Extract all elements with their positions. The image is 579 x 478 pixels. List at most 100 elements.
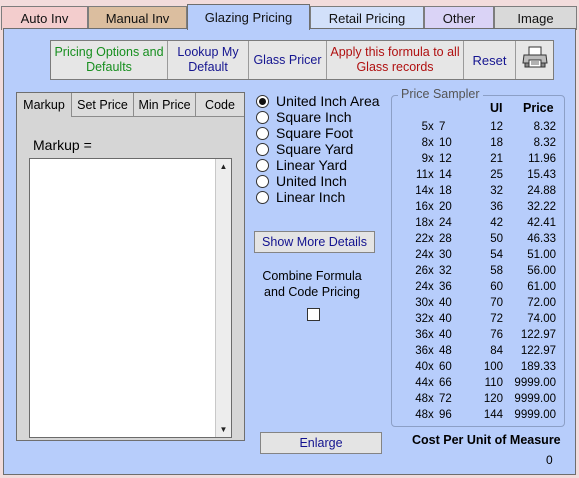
- markup-scrollbar[interactable]: ▲ ▼: [215, 159, 231, 437]
- size-height: 72: [439, 393, 452, 405]
- print-button[interactable]: [516, 41, 553, 79]
- markup-formula-input[interactable]: ▲ ▼: [29, 158, 232, 438]
- radio-button[interactable]: [256, 126, 269, 140]
- lookup-default-button[interactable]: Lookup My Default: [168, 41, 249, 79]
- sampler-row: 8 x 10 18 8.32: [392, 136, 566, 152]
- size-width: 16: [415, 201, 428, 213]
- size-width: 26: [415, 265, 428, 277]
- tab-label: Image: [517, 11, 554, 26]
- tab-bar: Auto Inv Manual Inv Glazing Pricing Reta…: [0, 0, 579, 30]
- ui-value: 60: [490, 281, 503, 293]
- size-separator: x: [428, 169, 434, 181]
- price-value: 15.43: [527, 169, 556, 181]
- size-height: 20: [439, 201, 452, 213]
- size-width: 22: [415, 233, 428, 245]
- tab-label: Auto Inv: [20, 11, 69, 26]
- tab-retail-pricing[interactable]: Retail Pricing: [310, 6, 424, 30]
- combine-checkbox[interactable]: [307, 308, 320, 321]
- scroll-up-icon[interactable]: ▲: [217, 160, 230, 173]
- size-separator: x: [428, 185, 434, 197]
- size-separator: x: [428, 153, 434, 165]
- ui-value: 110: [484, 377, 503, 389]
- size-separator: x: [428, 249, 434, 261]
- size-height: 48: [439, 345, 452, 357]
- ui-value: 42: [490, 217, 503, 229]
- price-value: 11.96: [528, 153, 556, 165]
- show-more-details-label: Show More Details: [262, 235, 367, 249]
- toolbar: Pricing Options and Defaults Lookup My D…: [50, 40, 554, 80]
- size-width: 44: [415, 377, 428, 389]
- show-more-details-button[interactable]: Show More Details: [254, 231, 375, 253]
- size-separator: x: [428, 281, 434, 293]
- radio-square-yard[interactable]: Square Yard: [256, 141, 380, 157]
- radio-label: United Inch Area: [276, 93, 380, 109]
- size-height: 36: [439, 281, 452, 293]
- size-height: 32: [439, 265, 452, 277]
- sampler-row: 32 x 40 72 74.00: [392, 312, 566, 328]
- tab-code[interactable]: Code: [196, 93, 244, 117]
- sampler-row: 48 x 96 144 9999.00: [392, 408, 566, 424]
- size-separator: x: [428, 297, 434, 309]
- ui-value: 12: [490, 121, 503, 133]
- tab-set-price[interactable]: Set Price: [72, 93, 134, 117]
- pricing-options-button[interactable]: Pricing Options and Defaults: [51, 41, 168, 79]
- tab-label: Retail Pricing: [328, 11, 406, 26]
- tab-image[interactable]: Image: [494, 6, 577, 30]
- price-value: 32.22: [527, 201, 556, 213]
- price-value: 46.33: [527, 233, 556, 245]
- tab-min-price[interactable]: Min Price: [134, 93, 196, 117]
- tab-markup-label: Markup: [23, 98, 65, 112]
- size-separator: x: [428, 137, 434, 149]
- size-separator: x: [428, 217, 434, 229]
- price-value: 61.00: [527, 281, 556, 293]
- size-width: 24: [415, 249, 428, 261]
- price-sampler-title: Price Sampler: [398, 87, 483, 101]
- price-value: 8.32: [533, 121, 556, 133]
- tab-other[interactable]: Other: [424, 6, 494, 30]
- radio-square-inch[interactable]: Square Inch: [256, 109, 380, 125]
- size-separator: x: [428, 233, 434, 245]
- markup-label: Markup =: [33, 137, 92, 153]
- scroll-down-icon[interactable]: ▼: [217, 423, 230, 436]
- size-separator: x: [428, 345, 434, 357]
- combine-label: Combine Formula and Code Pricing: [262, 269, 362, 299]
- size-separator: x: [428, 361, 434, 373]
- apply-formula-button[interactable]: Apply this formula to all Glass records: [327, 41, 464, 79]
- radio-button[interactable]: [256, 158, 269, 172]
- radio-label: United Inch: [276, 173, 347, 189]
- ui-value: 84: [490, 345, 503, 357]
- ui-value: 36: [490, 201, 503, 213]
- radio-square-foot[interactable]: Square Foot: [256, 125, 380, 141]
- radio-linear-yard[interactable]: Linear Yard: [256, 157, 380, 173]
- size-height: 7: [439, 121, 446, 133]
- price-value: 122.97: [520, 345, 556, 357]
- size-height: 10: [439, 137, 452, 149]
- ui-column-header: UI: [490, 101, 503, 115]
- tab-manual-inv[interactable]: Manual Inv: [88, 6, 187, 30]
- tab-auto-inv[interactable]: Auto Inv: [1, 6, 88, 30]
- radio-button[interactable]: [256, 94, 269, 108]
- tab-markup[interactable]: Markup: [17, 93, 72, 117]
- ui-value: 72: [490, 313, 503, 325]
- glass-pricer-button[interactable]: Glass Pricer: [249, 41, 327, 79]
- size-separator: x: [428, 313, 434, 325]
- size-height: 12: [439, 153, 452, 165]
- unit-radio-group: United Inch Area Square Inch Square Foot…: [256, 93, 380, 205]
- size-height: 60: [439, 361, 452, 373]
- radio-button[interactable]: [256, 174, 269, 188]
- reset-button[interactable]: Reset: [464, 41, 516, 79]
- tab-glazing-pricing[interactable]: Glazing Pricing: [187, 4, 310, 30]
- ui-value: 25: [490, 169, 503, 181]
- sampler-row: 14 x 18 32 24.88: [392, 184, 566, 200]
- enlarge-button[interactable]: Enlarge: [260, 432, 382, 454]
- glass-pricer-label: Glass Pricer: [253, 52, 322, 67]
- price-value: 56.00: [527, 265, 556, 277]
- radio-linear-inch[interactable]: Linear Inch: [256, 189, 380, 205]
- size-width: 11: [416, 169, 428, 181]
- radio-button[interactable]: [256, 110, 269, 124]
- size-separator: x: [428, 201, 434, 213]
- radio-united-inch[interactable]: United Inch: [256, 173, 380, 189]
- radio-button[interactable]: [256, 190, 269, 204]
- radio-united-inch-area[interactable]: United Inch Area: [256, 93, 380, 109]
- radio-button[interactable]: [256, 142, 269, 156]
